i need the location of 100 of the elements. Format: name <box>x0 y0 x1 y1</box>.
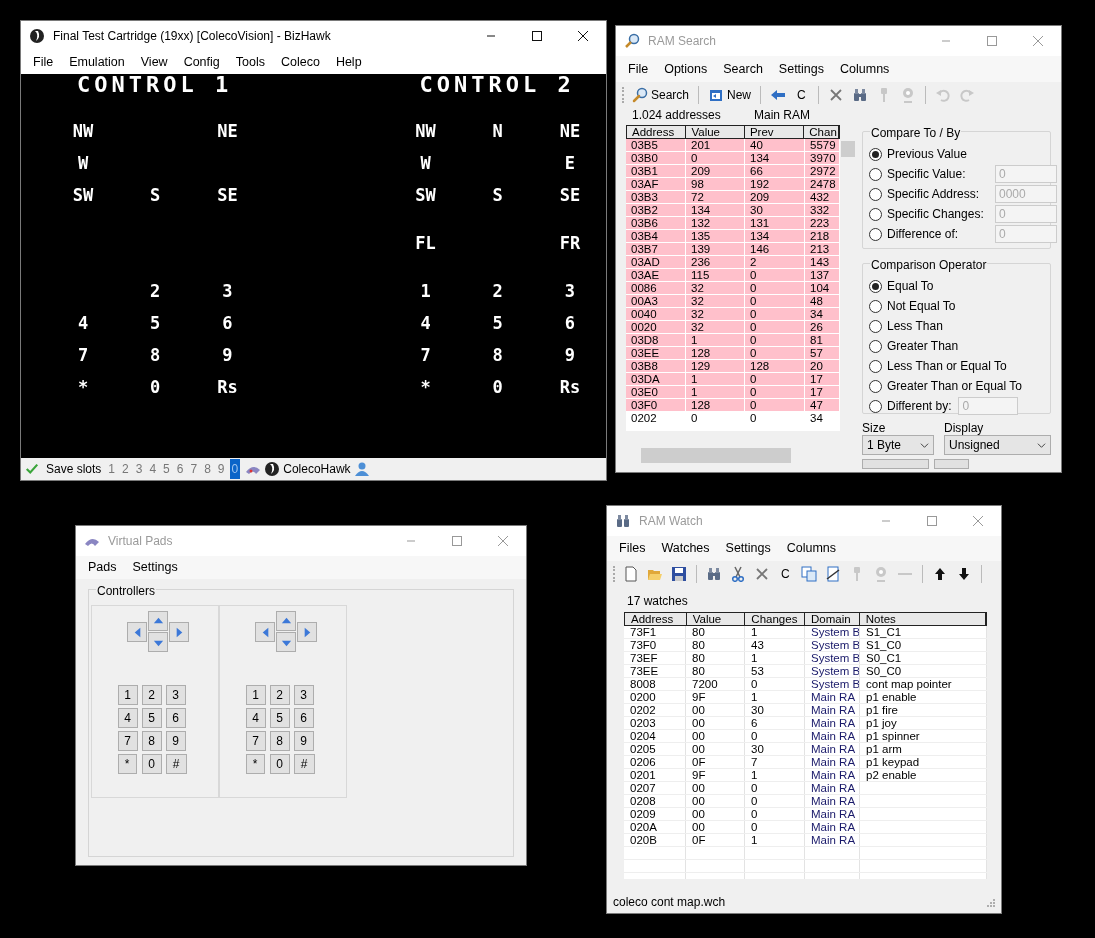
table-row[interactable]: 03B4 135 134 218 <box>626 230 840 243</box>
save-slot[interactable]: 7 <box>188 459 200 479</box>
table-row[interactable]: 03B6 132 131 223 <box>626 217 840 230</box>
table-row[interactable]: 03B1 209 66 2972 <box>626 165 840 178</box>
column-header[interactable]: Value <box>686 126 745 138</box>
column-header[interactable]: Domain <box>805 613 860 625</box>
toolbar-button[interactable]: Search <box>630 84 692 105</box>
radio-label[interactable]: Less Than or Equal To <box>887 357 1007 375</box>
dropdown[interactable]: 1 Byte <box>862 435 934 455</box>
keypad-button[interactable]: 9 <box>293 731 314 751</box>
radio-label[interactable]: Not Equal To <box>887 297 956 315</box>
table-row[interactable]: 03DA 1 0 17 <box>626 373 840 386</box>
keypad-button[interactable]: 0 <box>141 754 162 774</box>
table-row[interactable]: 0086 32 0 104 <box>626 282 840 295</box>
keypad-button[interactable]: 3 <box>165 685 186 705</box>
table-row[interactable]: 03F0 128 0 47 <box>626 399 840 412</box>
keypad-button[interactable]: * <box>245 754 265 774</box>
column-header[interactable]: Value <box>686 613 746 625</box>
keypad-button[interactable]: 8 <box>269 731 290 751</box>
menu-item[interactable]: Settings <box>124 558 186 577</box>
keypad-button[interactable]: 8 <box>141 731 162 751</box>
keypad-button[interactable]: 5 <box>141 708 162 728</box>
save-slot[interactable]: 8 <box>202 459 213 479</box>
radio-label[interactable]: Equal To <box>887 277 934 295</box>
keypad-button[interactable]: * <box>117 754 137 774</box>
save-slot[interactable]: 1 <box>106 459 118 479</box>
table-row[interactable]: 0040 32 0 34 <box>626 308 840 321</box>
table-row[interactable]: 03D8 1 0 81 <box>626 334 840 347</box>
menu-item[interactable]: Watches <box>653 539 718 558</box>
menu-item[interactable]: Emulation <box>61 53 133 72</box>
column-header[interactable]: Changes <box>745 613 806 625</box>
table-row[interactable]: 03B7 139 146 213 <box>626 243 840 256</box>
table-cell: 00 <box>686 795 745 807</box>
table-cell: 03B3 <box>626 191 686 203</box>
menu-item[interactable]: Columns <box>832 59 898 79</box>
menu-item[interactable]: Search <box>715 59 771 79</box>
keypad-button[interactable]: 4 <box>117 708 138 728</box>
menu-item[interactable]: Files <box>611 539 654 558</box>
keypad-button[interactable]: 1 <box>245 685 266 705</box>
screen-text: W <box>420 154 431 172</box>
table-row[interactable]: 03B8 129 128 20 <box>626 360 840 373</box>
keypad-button[interactable]: 0 <box>269 754 290 774</box>
keypad-button[interactable]: 6 <box>293 708 314 728</box>
dropdown[interactable]: Unsigned <box>944 435 1051 455</box>
menu-item[interactable]: View <box>132 53 176 72</box>
toolbar-button[interactable]: C <box>792 84 811 105</box>
table-row[interactable]: 03B5 201 40 5579 <box>626 139 840 152</box>
menu-item[interactable]: Settings <box>770 59 833 79</box>
toolbar-button[interactable]: New <box>706 84 754 105</box>
menu-item[interactable]: Settings <box>717 539 779 558</box>
radio-label[interactable]: Greater Than or Equal To <box>887 377 1022 395</box>
column-header[interactable]: Address <box>625 613 687 625</box>
save-slot[interactable]: 9 <box>215 459 227 479</box>
table-cell: Main RA <box>805 795 860 807</box>
keypad-button[interactable]: # <box>293 754 315 774</box>
save-slot[interactable]: 3 <box>133 459 145 479</box>
table-row[interactable]: 0020 32 0 26 <box>626 321 840 334</box>
table-row[interactable]: 03AE 115 0 137 <box>626 269 840 282</box>
keypad-button[interactable]: 1 <box>117 685 138 705</box>
menu-item[interactable]: Options <box>656 59 716 79</box>
column-header[interactable]: Address <box>627 126 687 138</box>
menu-item[interactable]: Pads <box>80 558 125 577</box>
table-cell: 0F <box>686 756 745 768</box>
radio-label[interactable]: Previous Value <box>887 145 967 163</box>
menu-item[interactable]: Coleco <box>272 53 328 72</box>
save-slot[interactable]: 2 <box>120 459 131 479</box>
keypad-button[interactable]: 7 <box>117 731 138 751</box>
menu-item[interactable]: File <box>620 59 657 79</box>
table-row[interactable]: 03B3 72 209 432 <box>626 191 840 204</box>
radio-label[interactable]: Greater Than <box>887 337 959 355</box>
table-cell: 0F <box>686 834 745 846</box>
column-header[interactable]: Notes <box>859 613 986 625</box>
toolbar-button[interactable]: C <box>776 563 795 584</box>
menu-item[interactable]: File <box>25 53 62 72</box>
keypad-button[interactable]: 5 <box>269 708 290 728</box>
table-row[interactable]: 03EE 128 0 57 <box>626 347 840 360</box>
keypad-button[interactable]: # <box>165 754 187 774</box>
column-header[interactable]: Chan <box>804 126 839 138</box>
table-row[interactable]: 00A3 32 0 48 <box>626 295 840 308</box>
keypad-button[interactable]: 6 <box>165 708 186 728</box>
table-row[interactable]: 03AF 98 192 2478 <box>626 178 840 191</box>
save-slot[interactable]: 4 <box>147 459 159 479</box>
table-row[interactable]: 03AD 236 2 143 <box>626 256 840 269</box>
keypad-button[interactable]: 4 <box>245 708 266 728</box>
menu-item[interactable]: Help <box>327 53 370 72</box>
menu-item[interactable]: Config <box>175 53 228 72</box>
save-slot[interactable]: 6 <box>174 459 186 479</box>
keypad-button[interactable]: 2 <box>141 685 162 705</box>
keypad-button[interactable]: 2 <box>269 685 290 705</box>
save-slot[interactable]: 5 <box>161 459 172 479</box>
table-row[interactable]: 03B2 134 30 332 <box>626 204 840 217</box>
keypad-button[interactable]: 9 <box>165 731 186 751</box>
menu-item[interactable]: Tools <box>227 53 273 72</box>
table-row[interactable]: 03B0 0 134 3970 <box>626 152 840 165</box>
keypad-button[interactable]: 7 <box>245 731 266 751</box>
menu-item[interactable]: Columns <box>778 539 845 558</box>
keypad-button[interactable]: 3 <box>293 685 314 705</box>
radio-label[interactable]: Less Than <box>887 317 943 335</box>
table-row[interactable]: 03E0 1 0 17 <box>626 386 840 399</box>
column-header[interactable]: Prev <box>744 126 805 138</box>
